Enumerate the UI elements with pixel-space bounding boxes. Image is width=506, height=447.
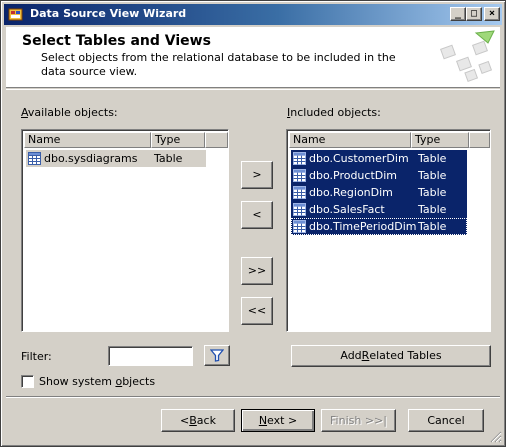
footer-separator xyxy=(6,396,500,398)
column-header-name[interactable]: Name xyxy=(24,132,151,148)
page-subtitle: Select objects from the relational datab… xyxy=(41,51,396,78)
item-name: dbo.SalesFact xyxy=(309,203,385,216)
remove-button[interactable]: < xyxy=(241,201,273,229)
list-item[interactable]: dbo.ProductDim Table xyxy=(291,167,467,184)
add-related-tables-button[interactable]: Add Related Tables xyxy=(291,345,491,367)
table-icon xyxy=(293,220,306,233)
item-name: dbo.RegionDim xyxy=(309,186,393,199)
item-type: Table xyxy=(418,152,447,165)
filter-funnel-icon xyxy=(210,349,224,362)
show-system-objects-checkbox[interactable] xyxy=(21,375,34,388)
available-objects-label: Available objects: xyxy=(21,106,118,119)
list-item[interactable]: dbo.TimePeriodDim Table xyxy=(291,218,467,235)
item-name: dbo.ProductDim xyxy=(309,169,398,182)
cancel-button[interactable]: Cancel xyxy=(408,409,484,432)
page-title: Select Tables and Views xyxy=(22,33,211,49)
wizard-header: Select Tables and Views Select objects f… xyxy=(6,27,500,88)
list-item[interactable]: dbo.sysdiagrams Table xyxy=(26,150,206,167)
item-type: Table xyxy=(418,186,447,199)
filter-input[interactable] xyxy=(108,346,193,366)
included-objects-label: Included objects: xyxy=(287,106,381,119)
wizard-graphic-icon xyxy=(440,30,495,83)
item-type: Table xyxy=(418,203,447,216)
maximize-button[interactable]: □ xyxy=(466,7,482,21)
list-item[interactable]: dbo.CustomerDim Table xyxy=(291,150,467,167)
back-button[interactable]: < Back xyxy=(161,409,235,432)
table-icon xyxy=(28,152,41,165)
window-title: Data Source View Wizard xyxy=(30,7,187,20)
column-header-type[interactable]: Type xyxy=(411,132,469,148)
item-name: dbo.CustomerDim xyxy=(309,152,409,165)
minimize-button[interactable]: _ xyxy=(450,7,466,21)
column-header-spacer xyxy=(205,132,228,148)
item-type: Table xyxy=(418,220,447,233)
item-name: dbo.sysdiagrams xyxy=(44,152,138,165)
list-item[interactable]: dbo.RegionDim Table xyxy=(291,184,467,201)
list-item[interactable]: dbo.SalesFact Table xyxy=(291,201,467,218)
resize-grip-icon[interactable] xyxy=(490,431,502,443)
table-icon xyxy=(293,152,306,165)
available-list-header: Name Type xyxy=(24,132,228,148)
next-button[interactable]: Next > xyxy=(241,409,315,432)
add-all-button[interactable]: >> xyxy=(241,257,273,285)
available-objects-list[interactable]: Name Type dbo.sysdiagrams Table xyxy=(21,129,229,332)
add-button[interactable]: > xyxy=(241,161,273,189)
included-objects-list[interactable]: Name Type dbo.CustomerDim Table dbo.Produc… xyxy=(286,129,491,332)
item-type: Table xyxy=(418,169,447,182)
title-bar[interactable]: Data Source View Wizard _ □ × xyxy=(4,4,502,25)
filter-button[interactable] xyxy=(204,345,230,366)
wizard-window: Data Source View Wizard _ □ × Select Tab… xyxy=(0,0,506,447)
remove-all-button[interactable]: << xyxy=(241,297,273,325)
table-icon xyxy=(293,203,306,216)
column-header-type[interactable]: Type xyxy=(151,132,205,148)
item-type: Table xyxy=(154,152,183,165)
finish-button[interactable]: Finish >>| xyxy=(321,409,396,432)
table-icon xyxy=(293,186,306,199)
app-icon xyxy=(8,8,23,21)
item-name: dbo.TimePeriodDim xyxy=(309,220,417,233)
table-icon xyxy=(293,169,306,182)
column-header-name[interactable]: Name xyxy=(289,132,411,148)
column-header-spacer xyxy=(469,132,490,148)
close-button[interactable]: × xyxy=(484,7,500,21)
show-system-objects-label[interactable]: Show system objects xyxy=(39,375,155,388)
filter-label: Filter: xyxy=(21,350,52,363)
included-list-header: Name Type xyxy=(289,132,490,148)
